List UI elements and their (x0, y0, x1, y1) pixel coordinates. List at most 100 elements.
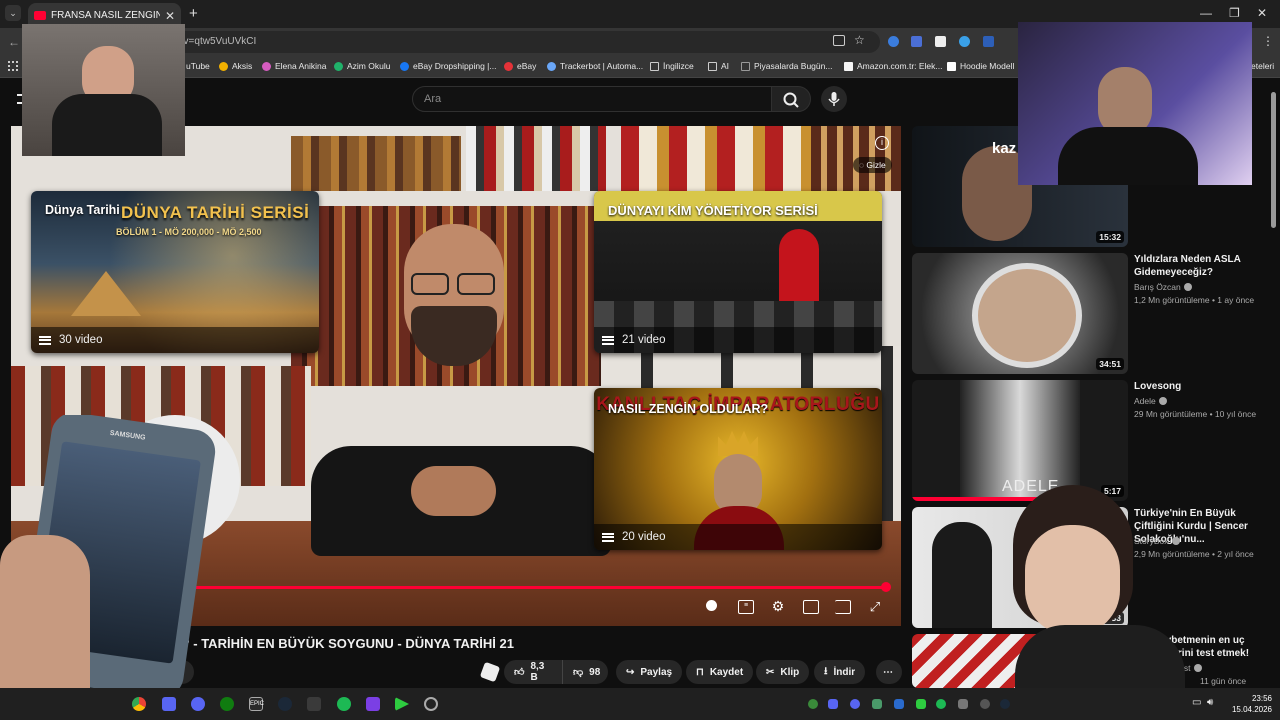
subtitles-icon[interactable]: ≡ (738, 600, 754, 614)
save-button[interactable]: ⊓ Kaydet (686, 660, 754, 684)
tray-icon[interactable] (958, 699, 968, 709)
translate-icon[interactable] (911, 36, 922, 47)
share-button[interactable]: ↪ Paylaş (616, 660, 683, 684)
bookmark-star-icon[interactable]: ☆ (854, 33, 865, 47)
settings-gear-icon[interactable]: ⚙ (770, 599, 786, 614)
tray-icon[interactable] (894, 699, 904, 709)
playlist-card[interactable]: KANLI TAÇ İMPARATORLUĞU NASIL ZENGİN OLD… (594, 388, 882, 550)
related-title[interactable]: Yıldızlara Neden ASLA Gidemeyeceğiz? (1134, 253, 1264, 279)
chrome-icon[interactable] (132, 697, 146, 711)
extension-icon[interactable] (888, 36, 899, 47)
folder-icon (650, 61, 659, 71)
discord-icon[interactable] (191, 697, 205, 711)
epic-games-icon[interactable]: EPIC (249, 697, 264, 711)
back-icon[interactable]: ← (8, 35, 20, 49)
dislike-button[interactable]: 👎︎ 98 (562, 660, 608, 684)
verified-icon (1183, 283, 1192, 291)
related-channel[interactable]: Barış Özcan (1134, 281, 1192, 294)
menu-dots-icon[interactable]: ⋮ (1262, 34, 1274, 48)
new-tab-icon[interactable]: + (189, 5, 198, 22)
download-icon: ⭳ (824, 665, 828, 677)
theater-mode-icon[interactable] (803, 600, 819, 614)
restore-icon[interactable]: ❐ (1229, 6, 1240, 20)
download-button[interactable]: ⭳ İndir (814, 660, 866, 684)
minimize-icon[interactable]: — (1200, 6, 1212, 20)
bookmark-item[interactable]: Azim Okulu (334, 61, 390, 71)
progress-scrubber[interactable] (881, 582, 891, 592)
playlist-card[interactable]: DÜNYA TARİHİ SERİSİ BÖLÜM 1 - MÖ 200,000… (31, 191, 319, 353)
bookmark-favicon-icon (219, 61, 228, 71)
network-icon[interactable]: ▭ (1192, 697, 1201, 708)
thumbnail-text: kaz (992, 140, 1017, 157)
bookmark-item[interactable]: Amazon.com.tr: Elek... (844, 61, 943, 71)
bookmark-item[interactable]: Aksis (219, 61, 252, 71)
folder-icon (708, 61, 717, 71)
playlist-count-bar: 30 video (31, 327, 319, 353)
fullscreen-icon[interactable]: ⤢ (867, 600, 883, 614)
tab-list-icon[interactable]: ⌄ (5, 5, 21, 21)
playlist-banner-subtitle: BÖLÜM 1 - MÖ 200,000 - MÖ 2,500 (116, 227, 262, 237)
nvidia-icon[interactable] (307, 697, 321, 711)
app-grid-icon[interactable] (366, 697, 380, 711)
apps-grid-icon[interactable] (8, 61, 18, 71)
related-meta: 29 Mn görüntüleme • 10 yıl önce (1134, 409, 1257, 419)
thumbs-up-icon: 👍︎ (514, 667, 525, 678)
install-icon[interactable] (833, 35, 845, 46)
voice-search-button[interactable] (821, 86, 847, 112)
bookmark-item[interactable]: uTube (186, 61, 210, 71)
teams-icon[interactable] (162, 697, 176, 711)
extension-icon[interactable] (959, 36, 970, 47)
more-actions-button[interactable]: ⋯ (876, 660, 902, 684)
obs-icon[interactable] (424, 697, 438, 711)
bookmark-item[interactable]: eteleri (1251, 61, 1274, 71)
steam-icon[interactable] (278, 697, 292, 711)
related-thumbnail[interactable]: 34:51 (912, 253, 1128, 374)
bookmark-favicon-icon (400, 61, 409, 71)
phone-brand-logo: SAMSUNG (109, 429, 146, 442)
bookmark-item[interactable]: Elena Anikina (262, 61, 327, 71)
tray-steam-icon[interactable] (1000, 699, 1010, 709)
volume-icon[interactable]: 🔊︎ (1207, 697, 1213, 708)
spotify-icon[interactable] (337, 697, 351, 711)
scissors-icon: ✂ (766, 666, 775, 678)
bookmark-item[interactable]: Trackerbot | Automa... (547, 61, 643, 71)
bookmark-folder[interactable]: AI (708, 61, 729, 71)
playlist-count: 30 video (59, 334, 103, 346)
tray-icon[interactable] (828, 699, 838, 709)
taskbar-clock[interactable]: 23:56 15.04.2026 (1226, 693, 1272, 715)
bookmark-folder[interactable]: İngilizce (650, 61, 694, 71)
tray-icon[interactable] (916, 699, 926, 709)
glasses-image (411, 273, 449, 295)
close-window-icon[interactable]: ✕ (1257, 6, 1267, 20)
playlist-card[interactable]: DÜNYAYI KİM YÖNETİYOR SERİSİ 21 video (594, 191, 882, 353)
related-thumbnail[interactable]: ADELE 5:17 (912, 380, 1128, 501)
sparkle-icon[interactable] (479, 661, 501, 683)
bookmark-item[interactable]: Piyasalarda Bugün... (741, 61, 832, 71)
cast-icon[interactable] (835, 600, 851, 614)
playlist-title: NASIL ZENGİN OLDULAR? (608, 402, 769, 416)
tray-icon[interactable] (808, 699, 818, 709)
related-channel[interactable]: Adele (1134, 395, 1167, 408)
tray-icon[interactable] (872, 699, 882, 709)
bookmark-item[interactable]: Hoodie Modell (947, 61, 1014, 71)
tray-icon[interactable] (850, 699, 860, 709)
like-button[interactable]: 👍︎ 8,3 B (504, 660, 562, 684)
hide-cards-button[interactable]: ◌ Gizle (853, 157, 892, 173)
search-input[interactable]: Ara (412, 86, 772, 112)
xbox-icon[interactable] (220, 697, 234, 711)
miniplayer-icon[interactable] (703, 600, 719, 614)
tray-spotify-icon[interactable] (936, 699, 946, 709)
bookmark-item[interactable]: eBay Dropshipping |... (400, 61, 496, 71)
extension-icon[interactable] (935, 36, 946, 47)
page-scrollbar[interactable] (1271, 92, 1276, 228)
clip-button[interactable]: ✂ Klip (756, 660, 810, 684)
extension-icon[interactable] (983, 36, 994, 47)
tab-title: FRANSA NASIL ZENGİN OLDU? (51, 10, 160, 21)
playlist-count-bar: 21 video (594, 327, 882, 353)
close-tab-icon[interactable]: ✕ (165, 9, 175, 23)
related-title[interactable]: Lovesong (1134, 380, 1264, 393)
tray-icon[interactable] (980, 699, 990, 709)
search-button[interactable] (771, 86, 811, 112)
bookmark-item[interactable]: eBay (504, 61, 536, 71)
info-icon[interactable]: i (875, 136, 889, 150)
